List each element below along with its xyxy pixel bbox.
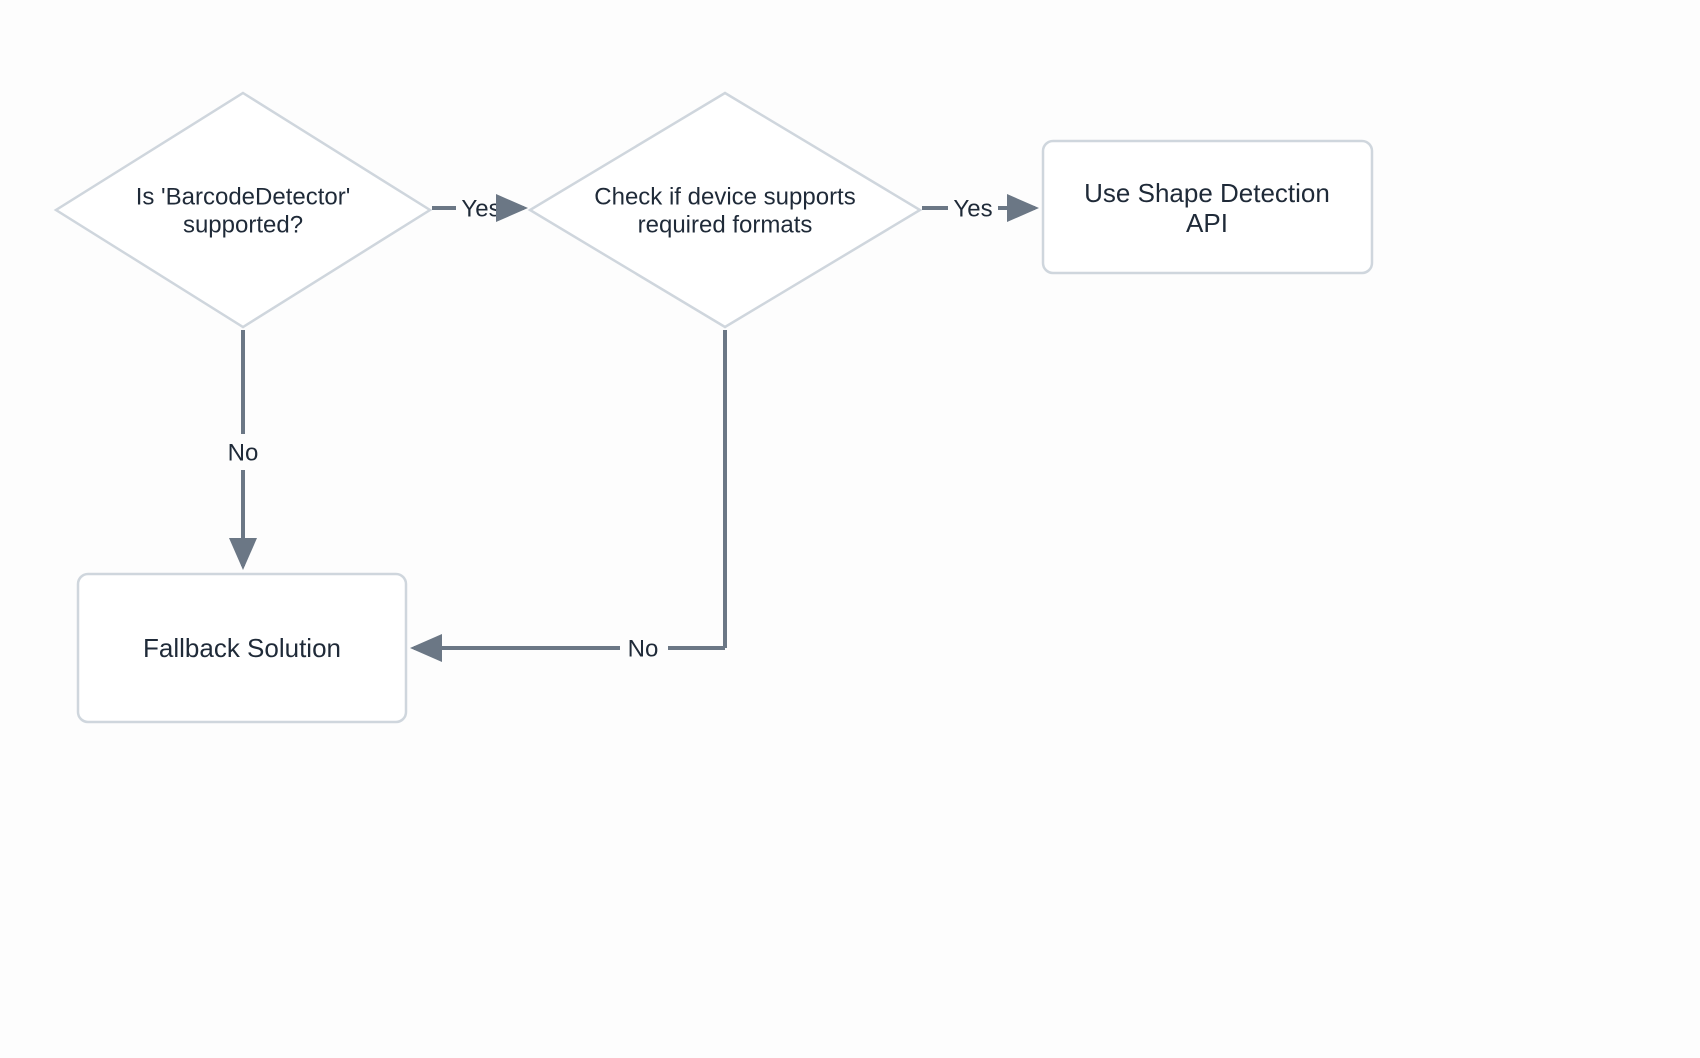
decision-device-supports-formats: Check if device supports required format… bbox=[530, 93, 920, 327]
edge-d1-yes: Yes bbox=[432, 190, 524, 226]
edge-d2-yes: Yes bbox=[922, 190, 1035, 226]
edge-d1-yes-label: Yes bbox=[461, 195, 500, 222]
edge-d2-no-label: No bbox=[628, 635, 659, 662]
flowchart-canvas: Is 'BarcodeDetector' supported? Check if… bbox=[0, 0, 1700, 1058]
decision2-line1: Check if device supports bbox=[594, 183, 855, 210]
decision-barcodedetector-supported: Is 'BarcodeDetector' supported? bbox=[56, 93, 430, 327]
action-use-api-line2: API bbox=[1186, 208, 1228, 238]
decision2-line2: required formats bbox=[638, 211, 813, 238]
decision1-line1: Is 'BarcodeDetector' bbox=[136, 183, 351, 210]
edge-d2-no: No bbox=[414, 330, 725, 666]
action-use-api-line1: Use Shape Detection bbox=[1084, 178, 1330, 208]
edge-d1-no: No bbox=[218, 330, 268, 566]
action-use-shape-detection-api: Use Shape Detection API bbox=[1043, 141, 1372, 273]
action-fallback-line1: Fallback Solution bbox=[143, 633, 341, 663]
edge-d2-yes-label: Yes bbox=[953, 195, 992, 222]
edge-d1-no-label: No bbox=[228, 439, 259, 466]
action-fallback-solution: Fallback Solution bbox=[78, 574, 406, 722]
decision1-line2: supported? bbox=[183, 211, 303, 238]
